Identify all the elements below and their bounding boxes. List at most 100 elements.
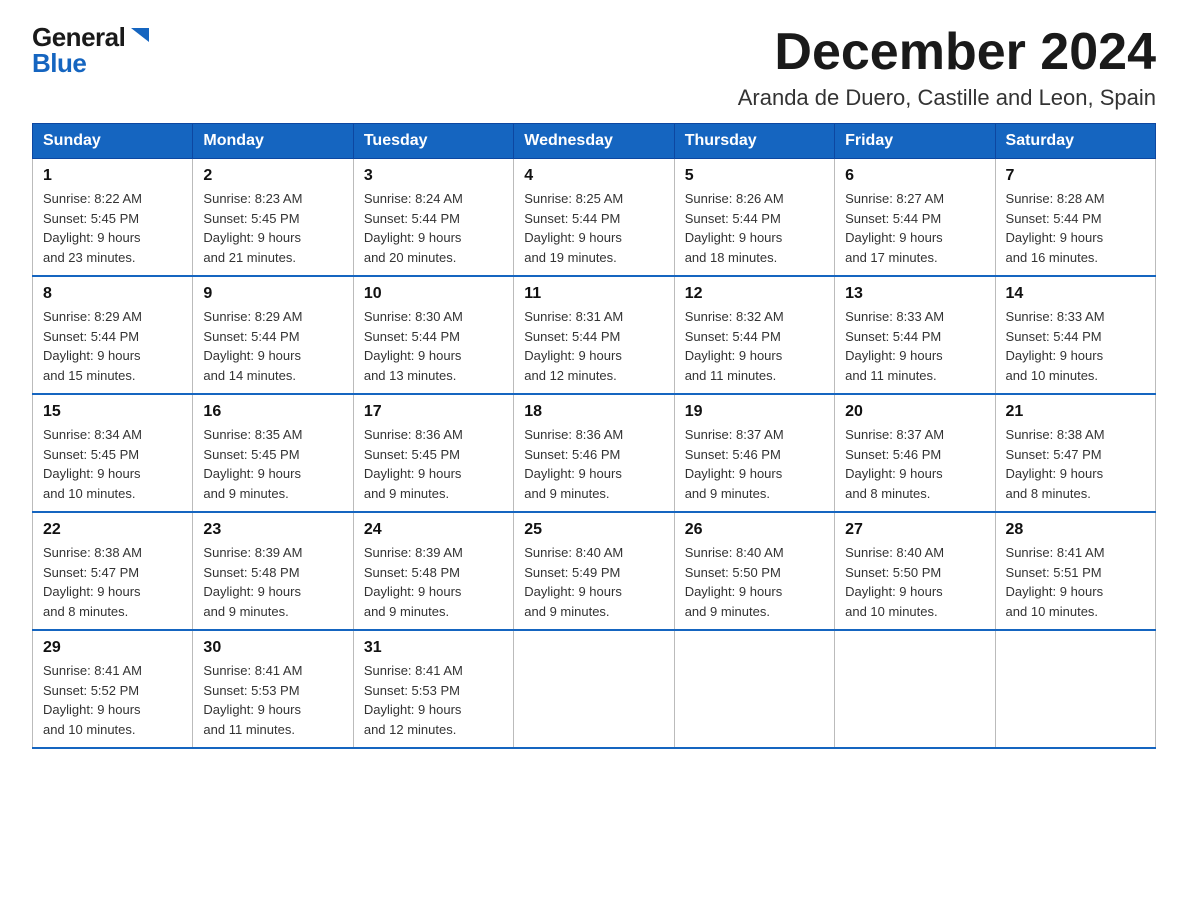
day-info: Sunrise: 8:39 AMSunset: 5:48 PMDaylight:…	[203, 543, 342, 621]
calendar-body: 1 Sunrise: 8:22 AMSunset: 5:45 PMDaylight…	[33, 159, 1156, 749]
day-cell: 30 Sunrise: 8:41 AMSunset: 5:53 PMDayligh…	[193, 630, 353, 748]
day-cell: 13 Sunrise: 8:33 AMSunset: 5:44 PMDayligh…	[835, 276, 995, 394]
day-cell	[835, 630, 995, 748]
header-cell-saturday: Saturday	[995, 124, 1155, 159]
day-cell: 23Sunrise: 8:39 AMSunset: 5:48 PMDayligh…	[193, 512, 353, 630]
calendar: SundayMondayTuesdayWednesdayThursdayFrid…	[32, 123, 1156, 749]
day-cell: 5Sunrise: 8:26 AMSunset: 5:44 PMDaylight…	[674, 159, 834, 277]
day-cell: 19 Sunrise: 8:37 AMSunset: 5:46 PMDayligh…	[674, 394, 834, 512]
day-info: Sunrise: 8:39 AMSunset: 5:48 PMDaylight:…	[364, 543, 503, 621]
day-number: 12	[685, 285, 824, 303]
day-info: Sunrise: 8:29 AMSunset: 5:44 PMDaylight:…	[203, 307, 342, 385]
day-cell: 2 Sunrise: 8:23 AMSunset: 5:45 PMDaylight…	[193, 159, 353, 277]
day-info: Sunrise: 8:34 AMSunset: 5:45 PMDaylight:…	[43, 425, 182, 503]
day-info: Sunrise: 8:37 AMSunset: 5:46 PMDaylight:…	[845, 425, 984, 503]
day-cell: 11 Sunrise: 8:31 AMSunset: 5:44 PMDayligh…	[514, 276, 674, 394]
day-number: 15	[43, 403, 182, 421]
day-cell: 6 Sunrise: 8:27 AMSunset: 5:44 PMDaylight…	[835, 159, 995, 277]
calendar-header: SundayMondayTuesdayWednesdayThursdayFrid…	[33, 124, 1156, 159]
day-cell: 27 Sunrise: 8:40 AMSunset: 5:50 PMDayligh…	[835, 512, 995, 630]
day-cell: 18Sunrise: 8:36 AMSunset: 5:46 PMDayligh…	[514, 394, 674, 512]
day-cell: 26 Sunrise: 8:40 AMSunset: 5:50 PMDayligh…	[674, 512, 834, 630]
day-number: 27	[845, 521, 984, 539]
day-cell	[674, 630, 834, 748]
day-info: Sunrise: 8:32 AMSunset: 5:44 PMDaylight:…	[685, 307, 824, 385]
logo-blue: Blue	[32, 50, 86, 76]
day-info: Sunrise: 8:33 AMSunset: 5:44 PMDaylight:…	[1006, 307, 1145, 385]
day-number: 22	[43, 521, 182, 539]
day-cell: 25Sunrise: 8:40 AMSunset: 5:49 PMDayligh…	[514, 512, 674, 630]
day-cell: 17Sunrise: 8:36 AMSunset: 5:45 PMDayligh…	[353, 394, 513, 512]
day-info: Sunrise: 8:40 AMSunset: 5:50 PMDaylight:…	[845, 543, 984, 621]
day-info: Sunrise: 8:41 AMSunset: 5:51 PMDaylight:…	[1006, 543, 1145, 621]
day-info: Sunrise: 8:23 AMSunset: 5:45 PMDaylight:…	[203, 189, 342, 267]
day-number: 28	[1006, 521, 1145, 539]
day-cell: 15 Sunrise: 8:34 AMSunset: 5:45 PMDayligh…	[33, 394, 193, 512]
day-cell: 14 Sunrise: 8:33 AMSunset: 5:44 PMDayligh…	[995, 276, 1155, 394]
day-number: 3	[364, 167, 503, 185]
day-info: Sunrise: 8:41 AMSunset: 5:53 PMDaylight:…	[203, 661, 342, 739]
day-cell	[995, 630, 1155, 748]
day-info: Sunrise: 8:30 AMSunset: 5:44 PMDaylight:…	[364, 307, 503, 385]
day-info: Sunrise: 8:24 AMSunset: 5:44 PMDaylight:…	[364, 189, 503, 267]
day-number: 6	[845, 167, 984, 185]
day-number: 16	[203, 403, 342, 421]
day-info: Sunrise: 8:40 AMSunset: 5:49 PMDaylight:…	[524, 543, 663, 621]
day-info: Sunrise: 8:31 AMSunset: 5:44 PMDaylight:…	[524, 307, 663, 385]
week-row-3: 15 Sunrise: 8:34 AMSunset: 5:45 PMDayligh…	[33, 394, 1156, 512]
subtitle: Aranda de Duero, Castille and Leon, Spai…	[738, 85, 1156, 111]
title-area: December 2024 Aranda de Duero, Castille …	[738, 24, 1156, 111]
day-cell: 16 Sunrise: 8:35 AMSunset: 5:45 PMDayligh…	[193, 394, 353, 512]
week-row-4: 22Sunrise: 8:38 AMSunset: 5:47 PMDayligh…	[33, 512, 1156, 630]
day-number: 13	[845, 285, 984, 303]
day-number: 17	[364, 403, 503, 421]
day-number: 9	[203, 285, 342, 303]
day-number: 30	[203, 639, 342, 657]
logo-general: General	[32, 24, 125, 50]
header-cell-sunday: Sunday	[33, 124, 193, 159]
day-info: Sunrise: 8:41 AMSunset: 5:52 PMDaylight:…	[43, 661, 182, 739]
day-info: Sunrise: 8:29 AMSunset: 5:44 PMDaylight:…	[43, 307, 182, 385]
day-info: Sunrise: 8:25 AMSunset: 5:44 PMDaylight:…	[524, 189, 663, 267]
day-info: Sunrise: 8:37 AMSunset: 5:46 PMDaylight:…	[685, 425, 824, 503]
day-info: Sunrise: 8:27 AMSunset: 5:44 PMDaylight:…	[845, 189, 984, 267]
day-cell: 3 Sunrise: 8:24 AMSunset: 5:44 PMDaylight…	[353, 159, 513, 277]
main-title: December 2024	[738, 24, 1156, 81]
day-number: 7	[1006, 167, 1145, 185]
day-number: 11	[524, 285, 663, 303]
day-number: 19	[685, 403, 824, 421]
logo-triangle-icon	[129, 24, 151, 46]
day-info: Sunrise: 8:26 AMSunset: 5:44 PMDaylight:…	[685, 189, 824, 267]
day-cell: 10 Sunrise: 8:30 AMSunset: 5:44 PMDayligh…	[353, 276, 513, 394]
day-number: 4	[524, 167, 663, 185]
day-cell: 9 Sunrise: 8:29 AMSunset: 5:44 PMDaylight…	[193, 276, 353, 394]
header-cell-monday: Monday	[193, 124, 353, 159]
day-cell: 12 Sunrise: 8:32 AMSunset: 5:44 PMDayligh…	[674, 276, 834, 394]
day-number: 8	[43, 285, 182, 303]
day-cell: 20Sunrise: 8:37 AMSunset: 5:46 PMDayligh…	[835, 394, 995, 512]
day-number: 24	[364, 521, 503, 539]
header: General Blue December 2024 Aranda de Due…	[32, 24, 1156, 111]
day-cell: 4 Sunrise: 8:25 AMSunset: 5:44 PMDaylight…	[514, 159, 674, 277]
day-cell: 31 Sunrise: 8:41 AMSunset: 5:53 PMDayligh…	[353, 630, 513, 748]
day-number: 10	[364, 285, 503, 303]
day-number: 26	[685, 521, 824, 539]
day-info: Sunrise: 8:22 AMSunset: 5:45 PMDaylight:…	[43, 189, 182, 267]
week-row-1: 1 Sunrise: 8:22 AMSunset: 5:45 PMDaylight…	[33, 159, 1156, 277]
day-info: Sunrise: 8:41 AMSunset: 5:53 PMDaylight:…	[364, 661, 503, 739]
day-number: 2	[203, 167, 342, 185]
day-number: 1	[43, 167, 182, 185]
day-number: 31	[364, 639, 503, 657]
header-cell-friday: Friday	[835, 124, 995, 159]
day-info: Sunrise: 8:35 AMSunset: 5:45 PMDaylight:…	[203, 425, 342, 503]
day-info: Sunrise: 8:33 AMSunset: 5:44 PMDaylight:…	[845, 307, 984, 385]
day-info: Sunrise: 8:40 AMSunset: 5:50 PMDaylight:…	[685, 543, 824, 621]
day-cell: 24 Sunrise: 8:39 AMSunset: 5:48 PMDayligh…	[353, 512, 513, 630]
day-number: 14	[1006, 285, 1145, 303]
day-cell: 8 Sunrise: 8:29 AMSunset: 5:44 PMDaylight…	[33, 276, 193, 394]
day-info: Sunrise: 8:28 AMSunset: 5:44 PMDaylight:…	[1006, 189, 1145, 267]
week-row-5: 29Sunrise: 8:41 AMSunset: 5:52 PMDayligh…	[33, 630, 1156, 748]
week-row-2: 8 Sunrise: 8:29 AMSunset: 5:44 PMDaylight…	[33, 276, 1156, 394]
header-cell-tuesday: Tuesday	[353, 124, 513, 159]
day-cell: 29Sunrise: 8:41 AMSunset: 5:52 PMDayligh…	[33, 630, 193, 748]
